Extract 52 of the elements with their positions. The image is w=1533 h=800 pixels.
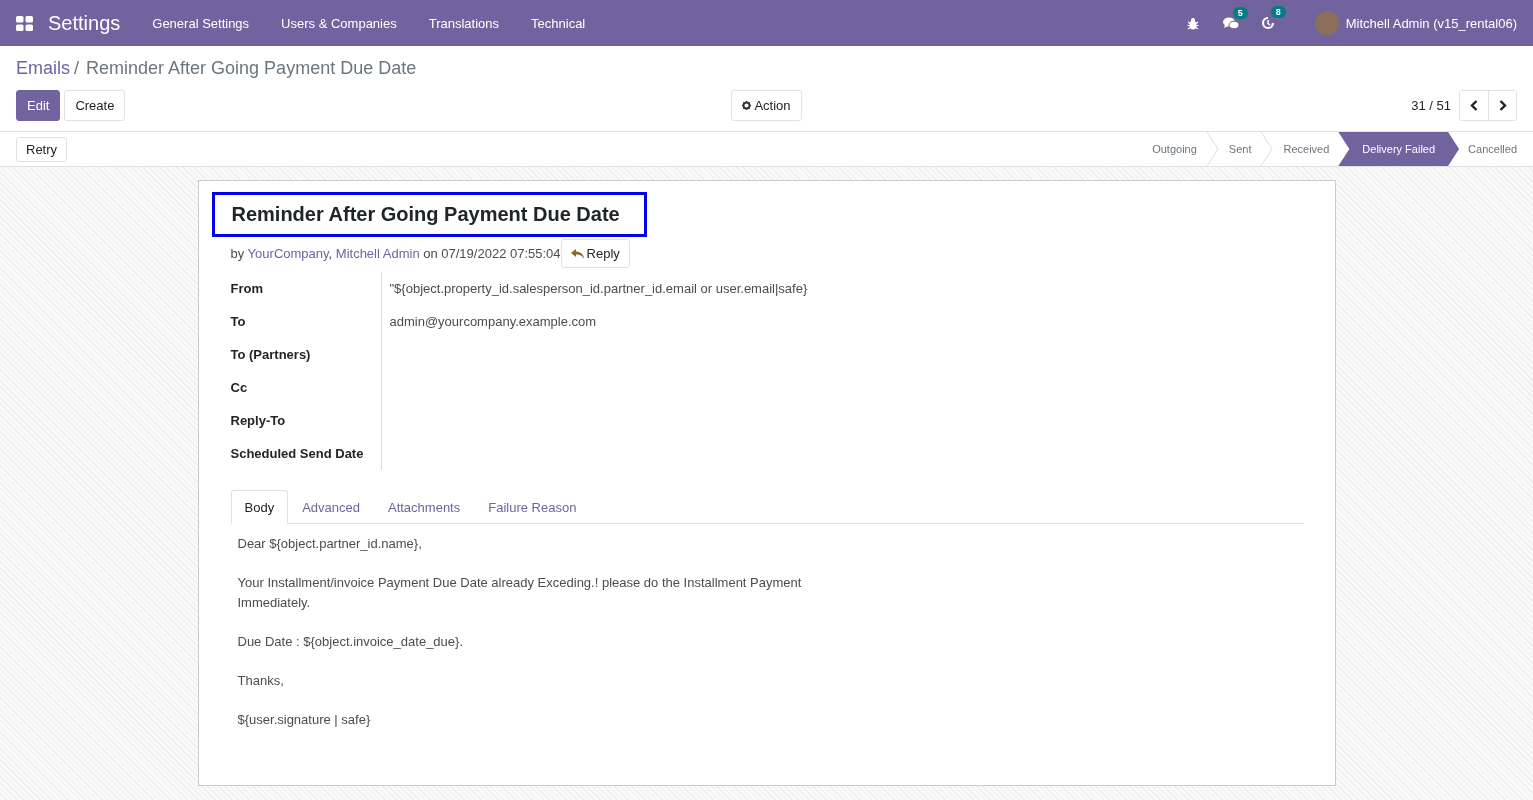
chevron-left-icon: [1470, 100, 1478, 111]
menu-item[interactable]: General Settings: [136, 15, 266, 31]
status-stage[interactable]: Sent: [1218, 132, 1262, 166]
message-count-badge: 5: [1232, 6, 1248, 19]
action-button[interactable]: Action: [731, 90, 802, 121]
menu-item[interactable]: Users & Companies: [265, 15, 413, 31]
field-label: To: [230, 313, 247, 331]
status-stage[interactable]: Received: [1273, 132, 1340, 166]
activity-count-badge: 8: [1270, 6, 1286, 18]
gear-icon: [742, 101, 752, 110]
chevron-right-icon: [1498, 100, 1507, 111]
tab[interactable]: Advanced: [288, 490, 374, 524]
chat-icon[interactable]: [1222, 16, 1239, 30]
status-stage[interactable]: Outgoing: [1142, 132, 1207, 166]
edit-button[interactable]: Edit: [16, 90, 61, 121]
field-label: From: [230, 280, 264, 298]
field-label: Cc: [230, 379, 249, 397]
reply-arrow-icon: [570, 248, 584, 259]
field-label: To (Partners): [230, 346, 312, 364]
email-subject: Reminder After Going Payment Due Date: [211, 192, 647, 237]
user-name[interactable]: Mitchell Admin (v15_rental06): [1345, 15, 1517, 31]
field-value: "${object.property_id.salesperson_id.partner_id.email or user.email|safe}: [389, 281, 808, 296]
tab[interactable]: Attachments: [373, 490, 475, 524]
author-link[interactable]: YourCompany: [247, 246, 329, 261]
status-stage[interactable]: Delivery Failed: [1338, 132, 1460, 166]
body-paragraph: Due Date : ${object.invoice_date_due}.: [237, 633, 464, 651]
create-button[interactable]: Create: [64, 90, 126, 121]
field-label: Scheduled Send Date: [230, 445, 365, 463]
app-name[interactable]: Settings: [48, 11, 121, 35]
tab[interactable]: Body: [230, 490, 289, 524]
body-paragraph: Dear ${object.partner_id.name},: [237, 535, 423, 553]
author-line: by YourCompany, Mitchell Admin on 07/19/2022 07:55:04: [230, 246, 561, 261]
author-link[interactable]: Mitchell Admin: [335, 246, 420, 261]
next-button[interactable]: [1488, 91, 1516, 120]
tab[interactable]: Failure Reason: [474, 490, 591, 524]
menu-item[interactable]: Technical: [515, 15, 602, 31]
status-stage[interactable]: Cancelled: [1458, 132, 1533, 166]
breadcrumb-separator: /: [74, 58, 80, 79]
body-paragraph: Your Installment/invoice Payment Due Date already Exceding.! please do the Installment Payment Immediately.: [237, 574, 803, 612]
body-paragraph: ${user.signature | safe}: [237, 711, 372, 729]
retry-button[interactable]: Retry: [16, 136, 68, 162]
breadcrumb-link[interactable]: Emails: [16, 58, 70, 79]
field-value: admin@yourcompany.example.com: [389, 314, 597, 329]
apps-menu-icon[interactable]: [16, 15, 33, 31]
bug-icon[interactable]: [1186, 16, 1199, 30]
pager-value: 31 / 51: [1411, 98, 1451, 113]
menu-item[interactable]: Translations: [412, 15, 516, 31]
field-label: Reply-To: [230, 412, 287, 430]
reply-button[interactable]: Reply: [560, 239, 630, 268]
body-paragraph: Thanks,: [237, 672, 285, 690]
breadcrumb-current: Reminder After Going Payment Due Date: [86, 58, 417, 79]
clock-icon[interactable]: [1260, 16, 1275, 30]
